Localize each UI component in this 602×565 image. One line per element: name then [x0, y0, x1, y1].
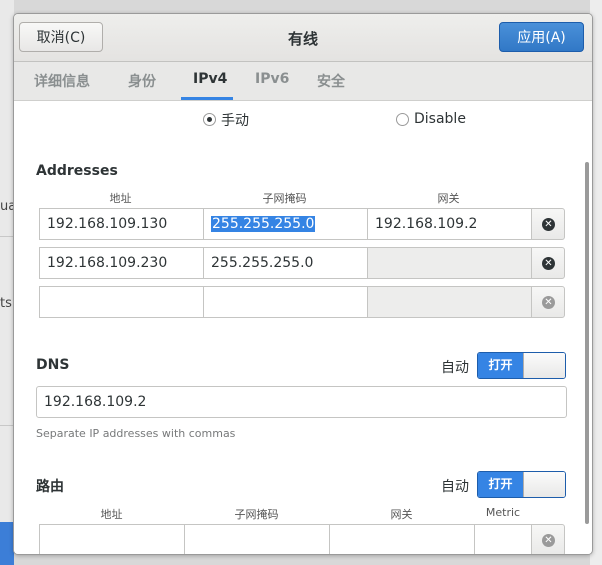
disable-radio-label: Disable	[414, 111, 466, 127]
apply-button[interactable]: 应用(A)	[499, 22, 584, 52]
netmask-column-header: 子网掩码	[262, 192, 307, 205]
close-icon: ✕	[542, 257, 555, 270]
gateway-field[interactable]: 192.168.109.2	[367, 208, 532, 240]
delete-address-button[interactable]: ✕	[531, 208, 565, 240]
delete-address-button[interactable]: ✕	[531, 247, 565, 279]
radio-dot-icon	[207, 117, 212, 122]
switch-on-label: 打开	[478, 353, 523, 378]
ipv4-settings-panel: 手动 Disable Addresses 地址 子网掩码 网关 192.168.…	[14, 101, 592, 554]
netmask-field[interactable]: 255.255.255.0	[203, 247, 368, 279]
tab-details[interactable]: 详细信息	[34, 71, 90, 91]
close-icon: ✕	[542, 218, 555, 231]
manual-radio-label: 手动	[221, 113, 249, 129]
tab-identity[interactable]: 身份	[128, 71, 156, 91]
gateway-field[interactable]	[367, 286, 532, 318]
netmask-field[interactable]	[203, 286, 368, 318]
routes-heading: 路由	[36, 479, 64, 495]
netmask-field[interactable]: 255.255.255.0	[203, 208, 368, 240]
tab-ipv6[interactable]: IPv6	[255, 71, 289, 87]
switch-knob	[523, 353, 565, 378]
dns-auto-switch[interactable]: 打开	[477, 352, 566, 379]
dns-hint: Separate IP addresses with commas	[36, 427, 236, 440]
switch-on-label: 打开	[478, 472, 523, 497]
background-divider	[0, 425, 14, 426]
delete-address-button[interactable]: ✕	[531, 286, 565, 318]
selected-text: 255.255.255.0	[211, 216, 316, 232]
route-netmask-column-header: 子网掩码	[234, 508, 279, 521]
route-metric-column-header: Metric	[485, 506, 521, 519]
close-icon: ✕	[542, 534, 555, 547]
gateway-field[interactable]	[367, 247, 532, 279]
route-netmask-field[interactable]	[184, 524, 330, 554]
address-field[interactable]	[39, 286, 204, 318]
dns-input[interactable]: 192.168.109.2	[36, 386, 567, 418]
header-bar: 取消(C) 有线 应用(A)	[14, 14, 592, 62]
background-window-left	[0, 0, 14, 565]
addresses-heading: Addresses	[36, 163, 118, 179]
tab-bar: 详细信息 身份 IPv4 IPv6 安全	[14, 62, 592, 101]
switch-knob	[523, 472, 565, 497]
route-address-column-header: 地址	[100, 508, 123, 521]
dns-heading: DNS	[36, 357, 70, 373]
routes-auto-switch[interactable]: 打开	[477, 471, 566, 498]
tab-ipv4[interactable]: IPv4	[193, 71, 227, 87]
routes-auto-label: 自动	[441, 479, 469, 495]
address-field[interactable]: 192.168.109.230	[39, 247, 204, 279]
dns-auto-label: 自动	[441, 360, 469, 376]
gateway-column-header: 网关	[437, 192, 460, 205]
manual-radio[interactable]	[203, 113, 216, 126]
route-metric-field[interactable]	[474, 524, 532, 554]
background-text-fragment: ts	[0, 296, 12, 311]
address-column-header: 地址	[109, 192, 132, 205]
tab-security[interactable]: 安全	[317, 71, 345, 91]
wired-settings-dialog: 取消(C) 有线 应用(A) 详细信息 身份 IPv4 IPv6 安全 手动 D…	[13, 13, 593, 555]
vertical-scrollbar[interactable]	[585, 162, 589, 524]
background-divider	[0, 236, 14, 237]
route-gateway-column-header: 网关	[390, 508, 413, 521]
close-icon: ✕	[542, 296, 555, 309]
disable-radio[interactable]	[396, 113, 409, 126]
route-address-field[interactable]	[39, 524, 185, 554]
delete-route-button[interactable]: ✕	[531, 524, 565, 554]
address-field[interactable]: 192.168.109.130	[39, 208, 204, 240]
route-gateway-field[interactable]	[329, 524, 475, 554]
background-selected-item	[0, 522, 14, 565]
active-tab-indicator	[181, 97, 233, 100]
